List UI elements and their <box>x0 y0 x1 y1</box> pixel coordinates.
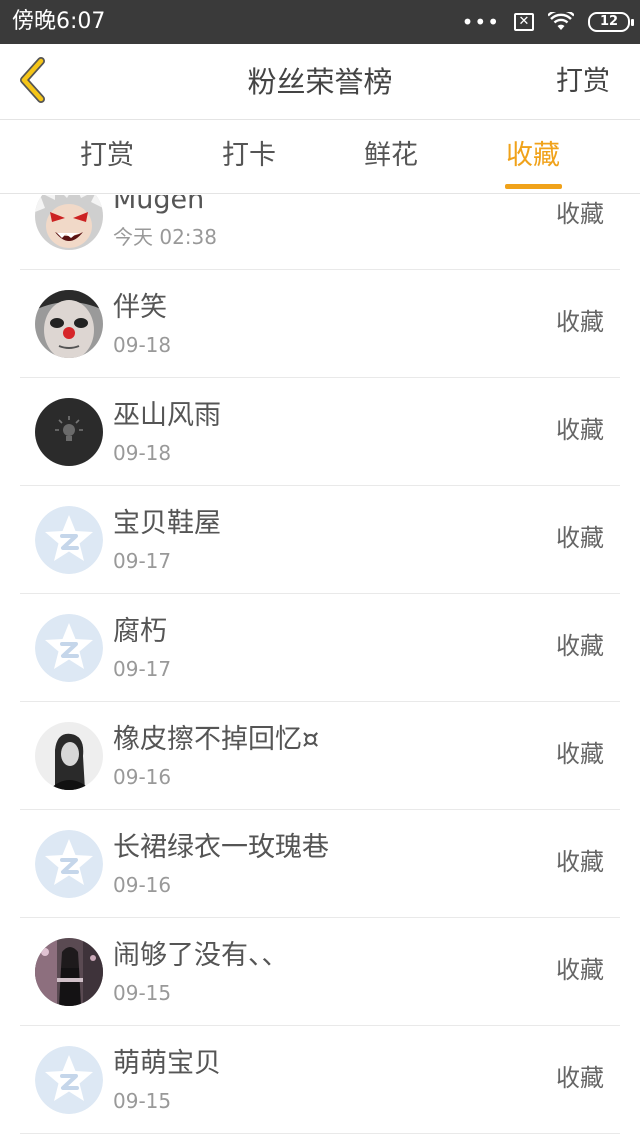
fan-date: 09-18 <box>113 441 172 465</box>
anime-avatar <box>35 195 103 250</box>
signal-dots-icon: ••• <box>461 10 500 34</box>
fan-tag: 收藏 <box>556 848 604 876</box>
fan-row[interactable]: 宝贝鞋屋 09-17 收藏 <box>20 486 620 594</box>
active-tab-indicator <box>505 184 562 189</box>
fan-row[interactable]: 闹够了没有、、 09-15 收藏 <box>20 918 620 1026</box>
fan-name: 宝贝鞋屋 <box>113 508 221 539</box>
fan-name: 橡皮擦不掉回忆¤ <box>113 724 320 755</box>
reward-button[interactable]: 打赏 <box>556 64 610 100</box>
default-star-avatar <box>35 1046 103 1114</box>
clown-face-avatar <box>35 290 103 358</box>
fan-date: 09-15 <box>113 981 172 1005</box>
fan-date: 09-17 <box>113 657 172 681</box>
fan-date: 09-16 <box>113 765 172 789</box>
fan-list-viewport[interactable]: Mugen 今天 02:38 收藏 伴笑 09-18 收藏 巫山风雨 09-18… <box>0 195 640 1138</box>
fan-name: 萌萌宝贝 <box>113 1048 221 1079</box>
fan-tag: 收藏 <box>556 200 604 228</box>
tab-flowers[interactable]: 鲜花 <box>341 138 441 174</box>
lightbulb-avatar <box>35 398 103 466</box>
tab-bar: 打赏 打卡 鲜花 收藏 <box>0 120 640 194</box>
fan-name: 巫山风雨 <box>113 400 221 431</box>
fan-date: 今天 02:38 <box>113 225 217 249</box>
battery-icon: 12 <box>588 12 634 32</box>
fan-list: Mugen 今天 02:38 收藏 伴笑 09-18 收藏 巫山风雨 09-18… <box>0 195 640 1134</box>
fan-row[interactable]: 伴笑 09-18 收藏 <box>20 270 620 378</box>
sketch-girl-avatar <box>35 722 103 790</box>
back-button[interactable] <box>14 56 54 106</box>
status-time: 傍晚6:07 <box>12 9 106 34</box>
sim-x-icon: ✕ <box>514 13 534 31</box>
fan-name: 闹够了没有、、 <box>113 940 289 971</box>
fan-date: 09-15 <box>113 1089 172 1113</box>
fan-date: 09-16 <box>113 873 172 897</box>
wifi-icon <box>548 12 574 30</box>
fan-tag: 收藏 <box>556 632 604 660</box>
fan-name: 伴笑 <box>113 292 167 323</box>
fan-row[interactable]: 橡皮擦不掉回忆¤ 09-16 收藏 <box>20 702 620 810</box>
fan-name: 长裙绿衣一玫瑰巷 <box>113 832 329 863</box>
status-bar: 傍晚6:07 ••• ✕ 12 <box>0 0 640 44</box>
fan-date: 09-17 <box>113 549 172 573</box>
fan-tag: 收藏 <box>556 740 604 768</box>
default-star-avatar <box>35 506 103 574</box>
chevron-left-icon <box>20 57 45 103</box>
fan-name: 腐朽 <box>113 616 167 647</box>
fan-date: 09-18 <box>113 333 172 357</box>
fan-tag: 收藏 <box>556 416 604 444</box>
status-icons: ••• ✕ 12 <box>461 8 634 36</box>
fan-row[interactable]: 巫山风雨 09-18 收藏 <box>20 378 620 486</box>
tab-reward[interactable]: 打赏 <box>57 138 157 174</box>
tab-favorites[interactable]: 收藏 <box>483 138 583 174</box>
fan-name: Mugen <box>113 195 205 215</box>
tab-checkin[interactable]: 打卡 <box>199 138 299 174</box>
photo-girl-avatar <box>35 938 103 1006</box>
fan-row[interactable]: 萌萌宝贝 09-15 收藏 <box>20 1026 620 1134</box>
fan-tag: 收藏 <box>556 524 604 552</box>
default-star-avatar <box>35 614 103 682</box>
fan-tag: 收藏 <box>556 1064 604 1092</box>
fan-row[interactable]: Mugen 今天 02:38 收藏 <box>20 195 620 270</box>
default-star-avatar <box>35 830 103 898</box>
nav-bar: 粉丝荣誉榜 打赏 <box>0 44 640 120</box>
page-title: 粉丝荣誉榜 <box>247 65 393 99</box>
fan-row[interactable]: 长裙绿衣一玫瑰巷 09-16 收藏 <box>20 810 620 918</box>
fan-tag: 收藏 <box>556 956 604 984</box>
fan-row[interactable]: 腐朽 09-17 收藏 <box>20 594 620 702</box>
fan-tag: 收藏 <box>556 308 604 336</box>
